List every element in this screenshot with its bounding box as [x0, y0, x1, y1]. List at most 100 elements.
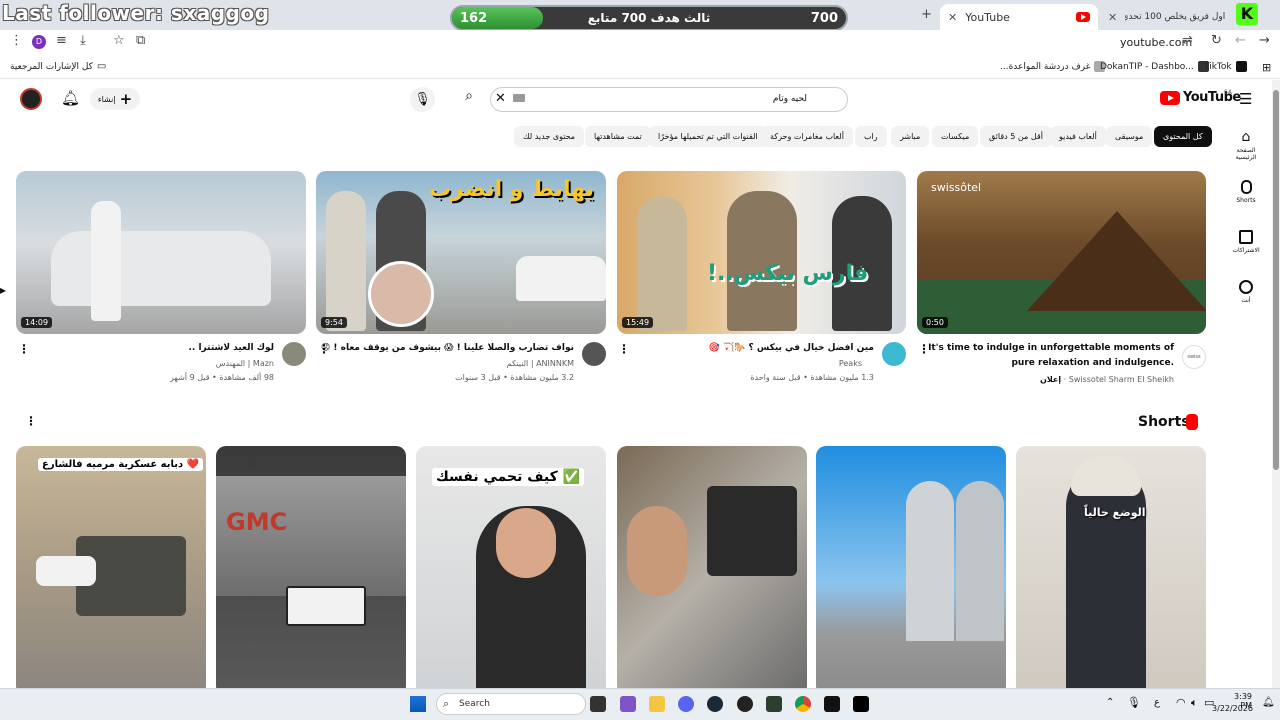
site-settings-icon[interactable]: ⇌: [1182, 33, 1193, 48]
chip-action-adventure[interactable]: ألعاب مغامرات وحركة: [761, 126, 853, 147]
bookmarks-bar: كل الإشارات المرجعية ▭ غرف دردشة المواعد…: [0, 55, 1280, 79]
chip-new-for-you[interactable]: محتوى جديد لك: [514, 126, 585, 147]
download-icon[interactable]: ⤓: [80, 33, 86, 48]
bookmark-chat-rooms[interactable]: غرف دردشة المواعدة...: [1000, 61, 1106, 72]
video-channel[interactable]: إعلان · Swissotel Sharm El Sheikh: [1040, 375, 1174, 384]
search-button[interactable]: ⌕: [455, 88, 483, 110]
nav-home[interactable]: ⌂ الصفحة الرئيسية: [1226, 130, 1266, 161]
reload-icon[interactable]: ↻: [1211, 33, 1222, 48]
channel-avatar[interactable]: [582, 342, 606, 366]
chip-all[interactable]: كل المحتوى: [1154, 126, 1212, 147]
account-avatar[interactable]: [20, 88, 42, 110]
short-card[interactable]: GMC: [216, 446, 406, 696]
short-card[interactable]: كيف تحمي نفسك ✅: [416, 446, 606, 696]
thumb-person: [326, 191, 366, 331]
notifications-bell-icon[interactable]: 🔔︎: [61, 89, 80, 107]
chip-music[interactable]: موسيقى: [1106, 126, 1153, 147]
voice-search-icon[interactable]: 🎙︎: [410, 87, 435, 112]
short-badge: GMC: [226, 508, 288, 536]
create-button[interactable]: إنشاء +: [90, 88, 140, 110]
close-icon[interactable]: ✕: [1108, 11, 1117, 24]
clock-date[interactable]: 3/22/2026: [1212, 704, 1253, 713]
shorts-more-options-icon[interactable]: ⋮: [25, 414, 37, 428]
video-channel[interactable]: ANINNKM | النينكم: [507, 359, 574, 368]
short-card[interactable]: [816, 446, 1006, 696]
file-explorer-icon[interactable]: [649, 696, 665, 712]
nav-subscriptions[interactable]: الاشتراكات: [1226, 230, 1266, 254]
video-thumbnail[interactable]: فارس بيكس..! 15:49: [617, 171, 906, 334]
obs-icon[interactable]: [737, 696, 753, 712]
page-scrollbar[interactable]: [1272, 80, 1280, 688]
bookmark-tiktok[interactable]: TikTok: [1204, 61, 1247, 72]
terminal-icon[interactable]: [766, 696, 782, 712]
channel-avatar[interactable]: swiss: [1182, 345, 1206, 369]
thumb-pyramid: [1027, 211, 1206, 311]
bookmark-dokantip[interactable]: DokanTIP - Dashbo...: [1100, 61, 1209, 72]
short-person: [1066, 466, 1146, 696]
short-card[interactable]: دبابه عسكرية مرميه فالشارع ❤️: [16, 446, 206, 696]
short-card[interactable]: [617, 446, 807, 696]
more-options-icon[interactable]: ⋮: [618, 342, 630, 356]
video-title[interactable]: لوك العيد لاشتترا ..: [188, 343, 274, 353]
apps-grid-icon[interactable]: ⊞: [1262, 61, 1271, 74]
wifi-icon[interactable]: ◠: [1176, 696, 1186, 709]
tiktok-app-icon[interactable]: [824, 696, 840, 712]
video-thumbnail[interactable]: swissôtel 0:50: [917, 171, 1206, 334]
task-view-icon[interactable]: [590, 696, 606, 712]
bookmark-star-icon[interactable]: ☆: [113, 33, 125, 48]
back-icon[interactable]: →: [1259, 33, 1270, 48]
tab-youtube[interactable]: ✕ YouTube: [940, 4, 1098, 30]
youtube-logo-icon: [1160, 90, 1180, 105]
input-language[interactable]: ع: [1154, 697, 1160, 708]
taskbar-search[interactable]: ⌕ Search: [436, 693, 586, 715]
channel-avatar[interactable]: [282, 342, 306, 366]
chip-watched[interactable]: تمت مشاهدتها: [585, 126, 651, 147]
media-icon[interactable]: ≡: [56, 33, 67, 48]
chip-mixes[interactable]: ميكسات: [932, 126, 979, 147]
discord-icon[interactable]: [678, 696, 694, 712]
microphone-icon[interactable]: 🎙︎: [1127, 696, 1141, 709]
nav-you[interactable]: أنت: [1226, 280, 1266, 304]
channel-avatar[interactable]: [882, 342, 906, 366]
chip-recently-uploaded[interactable]: القنوات التي تم تحميلها مؤخرًا: [649, 126, 767, 147]
video-channel[interactable]: Mazn | المهندس: [216, 359, 274, 368]
hamburger-menu-icon[interactable]: ☰: [1239, 90, 1252, 108]
search-input[interactable]: ✕ لحيه وتام: [490, 87, 848, 112]
chip-live[interactable]: مباشر: [891, 126, 930, 147]
scroll-thumb[interactable]: [1273, 90, 1279, 470]
more-options-icon[interactable]: ⋮: [918, 342, 930, 356]
video-channel[interactable]: Peaks: [839, 359, 862, 368]
store-icon[interactable]: [620, 696, 636, 712]
forward-icon[interactable]: ←: [1235, 33, 1246, 48]
volume-icon[interactable]: 🔈︎: [1191, 696, 1198, 710]
video-title-line2[interactable]: pure relaxation and indulgence.: [1011, 358, 1174, 368]
video-thumbnail[interactable]: 14:09: [16, 171, 306, 334]
video-title[interactable]: مين افضل خيال في بيكس ؟ 🐎🏹 🎯: [709, 343, 874, 353]
profile-avatar[interactable]: D: [32, 35, 46, 49]
video-title[interactable]: نواف تضارب والصلا علينا ! 😱 بيشوف من يوق…: [321, 343, 574, 353]
tab-challenge[interactable]: ✕ أول فريق يخلص 100 تحدي يفوز: [1100, 4, 1230, 30]
chip-rap[interactable]: راب: [855, 126, 887, 147]
menu-dots-icon[interactable]: ⋮: [10, 33, 23, 48]
video-duration: 14:09: [21, 317, 53, 328]
video-thumbnail[interactable]: يهايط و انضرب 9:54: [316, 171, 606, 334]
more-options-icon[interactable]: ⋮: [18, 342, 30, 356]
chrome-icon[interactable]: [795, 696, 811, 712]
clear-search-icon[interactable]: ✕: [495, 91, 506, 106]
bookmark-all[interactable]: كل الإشارات المرجعية ▭: [10, 61, 106, 72]
windows-start-icon[interactable]: [410, 696, 426, 712]
nav-shorts[interactable]: Shorts: [1226, 180, 1266, 204]
tray-chevron-icon[interactable]: ⌃: [1106, 697, 1114, 708]
keyboard-icon[interactable]: [513, 94, 525, 102]
short-card[interactable]: الوضع حالياً: [1016, 446, 1206, 696]
more-options-icon[interactable]: ⋮: [318, 342, 330, 356]
share-icon[interactable]: ⧉: [136, 33, 145, 48]
chip-under-5-min[interactable]: أقل من 5 دقائق: [980, 126, 1052, 147]
notification-center-icon[interactable]: 🔔︎: [1262, 697, 1275, 708]
video-title[interactable]: It's time to indulge in unforgettable mo…: [928, 343, 1174, 353]
capcut-icon[interactable]: [853, 696, 869, 712]
steam-icon[interactable]: [707, 696, 723, 712]
new-tab-button[interactable]: +: [921, 7, 932, 22]
close-icon[interactable]: ✕: [948, 11, 957, 24]
chip-video-games[interactable]: ألعاب فيديو: [1050, 126, 1106, 147]
